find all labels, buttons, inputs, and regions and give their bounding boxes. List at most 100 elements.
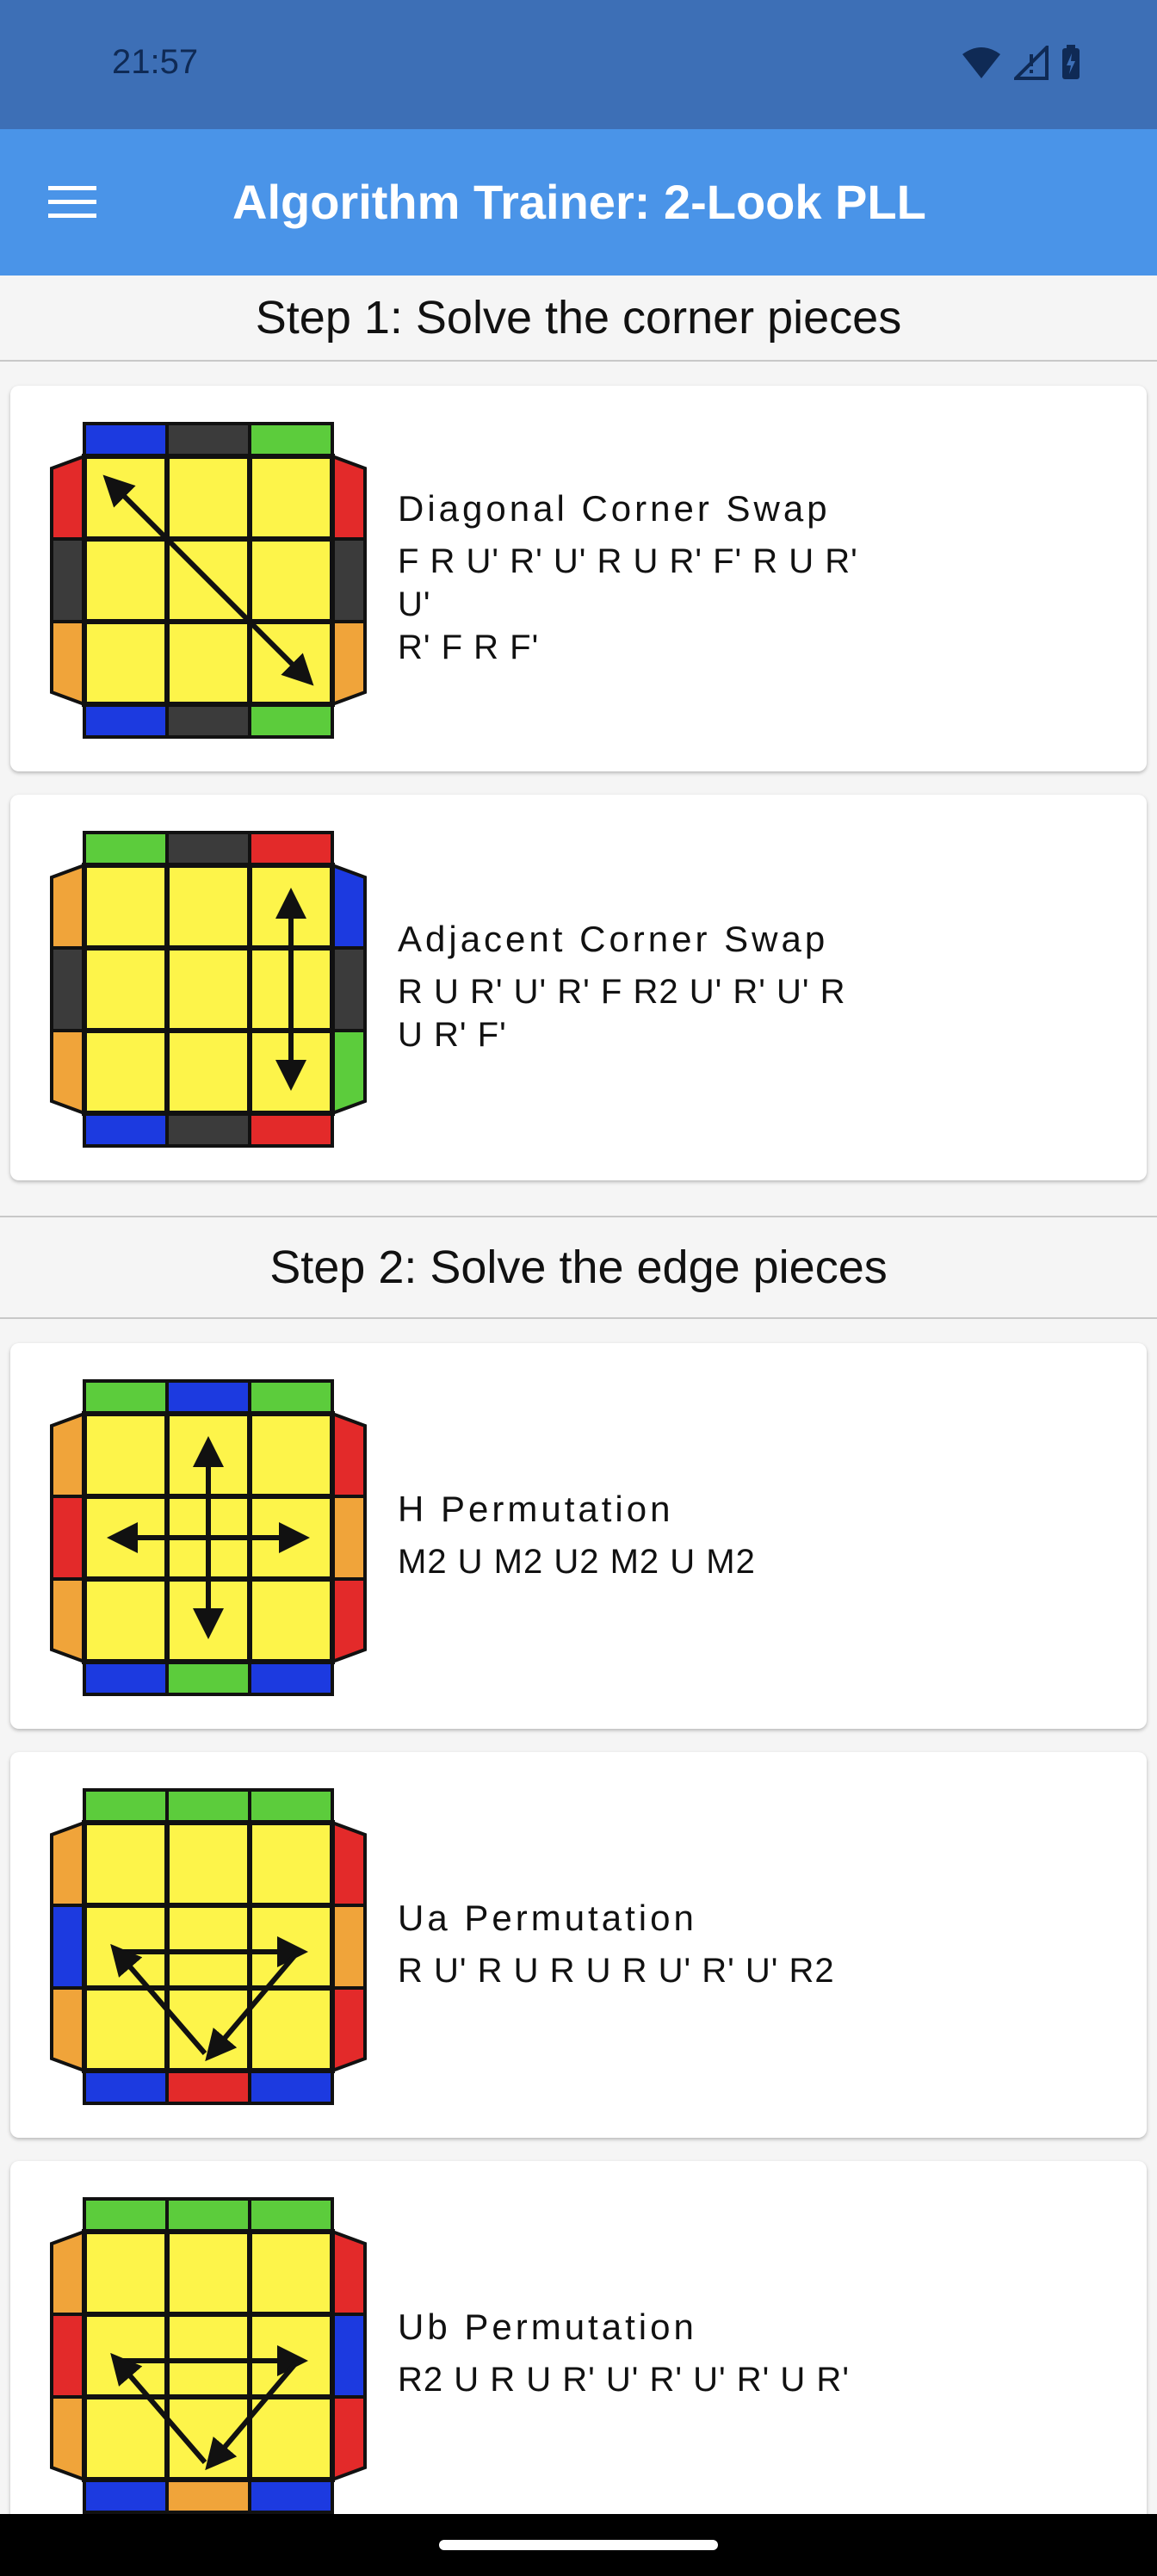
face-sticker xyxy=(82,1985,170,2073)
right-side-sticker xyxy=(331,946,367,1032)
algorithm-name: Ua Permutation xyxy=(398,1898,697,1938)
right-side-sticker xyxy=(331,1411,367,1498)
algorithm-moves-line1: F R U' R' U' R U R' F' R U R' U' xyxy=(398,542,858,623)
face-sticker xyxy=(247,2312,335,2400)
bottom-side-sticker xyxy=(248,1660,334,1696)
face-sticker xyxy=(164,454,252,542)
face-sticker xyxy=(164,1903,252,1991)
top-side-sticker xyxy=(165,422,251,458)
face-sticker xyxy=(164,2394,252,2482)
face-sticker xyxy=(82,1903,170,1991)
algorithm-name: H Permutation xyxy=(398,1489,674,1529)
bottom-side-sticker xyxy=(83,1112,169,1148)
right-side-sticker xyxy=(331,2395,367,2482)
bottom-side-sticker xyxy=(165,1660,251,1696)
algorithm-moves: R U' R U R U R U' R' U' R2 xyxy=(398,1949,880,1992)
algorithm-card[interactable]: Adjacent Corner Swap R U R' U' R' F R2 U… xyxy=(10,795,1147,1180)
right-side-sticker xyxy=(331,1029,367,1116)
right-side-sticker xyxy=(331,1577,367,1664)
bottom-side-sticker xyxy=(248,703,334,739)
top-side-sticker xyxy=(248,2197,334,2233)
algorithm-name: Adjacent Corner Swap xyxy=(398,919,829,959)
face-sticker xyxy=(247,1411,335,1499)
top-side-sticker xyxy=(83,2197,169,2233)
top-side-sticker xyxy=(83,831,169,867)
algorithm-name: Ub Permutation xyxy=(398,2307,697,2347)
bottom-side-sticker xyxy=(165,2478,251,2514)
face-sticker xyxy=(164,1820,252,1908)
status-bar: 21:57 xyxy=(0,0,1157,129)
top-side-sticker xyxy=(165,831,251,867)
face-sticker xyxy=(82,945,170,1033)
algorithm-moves-line1: R U R' U' R' F R2 U' R' U' R U R' F' xyxy=(398,973,846,1054)
algorithm-card[interactable]: H Permutation M2 U M2 U2 M2 U M2 xyxy=(10,1343,1147,1729)
face-sticker xyxy=(82,1028,170,1116)
left-side-sticker xyxy=(50,1029,86,1116)
algorithm-moves-line2: R' F R F' xyxy=(398,629,540,666)
bottom-side-sticker xyxy=(248,1112,334,1148)
face-sticker xyxy=(82,2312,170,2400)
app-bar: Algorithm Trainer: 2-Look PLL xyxy=(0,129,1157,276)
top-side-sticker xyxy=(83,1379,169,1415)
face-sticker xyxy=(82,1576,170,1664)
face-sticker xyxy=(247,454,335,542)
right-side-sticker xyxy=(331,2229,367,2316)
algorithm-moves-line1: R U' R U R U R U' R' U' R2 xyxy=(398,1952,835,1990)
top-side-sticker xyxy=(248,831,334,867)
face-sticker xyxy=(247,2229,335,2317)
left-side-sticker xyxy=(50,946,86,1032)
top-side-sticker xyxy=(165,1379,251,1415)
status-time: 21:57 xyxy=(112,43,199,81)
bottom-side-sticker xyxy=(83,2478,169,2514)
top-side-sticker xyxy=(83,422,169,458)
system-nav-bar xyxy=(0,2514,1157,2576)
bottom-side-sticker xyxy=(83,703,169,739)
right-side-sticker xyxy=(331,1904,367,1990)
left-side-sticker xyxy=(50,1411,86,1498)
left-side-sticker xyxy=(50,1495,86,1581)
left-side-sticker xyxy=(50,1986,86,2073)
top-side-sticker xyxy=(165,2197,251,2233)
right-side-sticker xyxy=(331,2313,367,2399)
face-sticker xyxy=(82,1411,170,1499)
left-side-sticker xyxy=(50,2395,86,2482)
face-sticker xyxy=(164,2229,252,2317)
face-sticker xyxy=(82,2394,170,2482)
face-sticker xyxy=(247,2394,335,2482)
algorithm-card[interactable]: Diagonal Corner Swap F R U' R' U' R U R'… xyxy=(10,386,1147,771)
signal-icon xyxy=(1014,46,1049,80)
face-sticker xyxy=(164,1028,252,1116)
algorithm-card[interactable]: Ua Permutation R U' R U R U R U' R' U' R… xyxy=(10,1752,1147,2138)
bottom-side-sticker xyxy=(165,703,251,739)
top-side-sticker xyxy=(165,1788,251,1824)
cube-diagram xyxy=(50,1379,367,1696)
left-side-sticker xyxy=(50,1577,86,1664)
face-sticker xyxy=(247,1903,335,1991)
right-side-sticker xyxy=(331,1820,367,1907)
section-header-edges: Step 2: Solve the edge pieces xyxy=(0,1216,1157,1319)
face-sticker xyxy=(164,1985,252,2073)
top-side-sticker xyxy=(248,1788,334,1824)
face-sticker xyxy=(247,536,335,624)
face-sticker xyxy=(164,2312,252,2400)
right-side-sticker xyxy=(331,1495,367,1581)
face-sticker xyxy=(82,536,170,624)
battery-icon xyxy=(1062,45,1080,79)
menu-icon[interactable] xyxy=(46,183,98,222)
algorithm-card[interactable]: Ub Permutation R2 U R U R' U' R' U' R' U… xyxy=(10,2161,1147,2547)
face-sticker xyxy=(82,1820,170,1908)
cube-diagram xyxy=(50,422,367,739)
algorithm-moves: F R U' R' U' R U R' F' R U R' U' R' F R … xyxy=(398,540,880,669)
left-side-sticker xyxy=(50,1820,86,1907)
face-sticker xyxy=(164,945,252,1033)
algorithm-moves-line1: M2 U M2 U2 M2 U M2 xyxy=(398,1543,756,1581)
face-sticker xyxy=(247,1576,335,1664)
home-gesture-handle[interactable] xyxy=(439,2540,718,2550)
section-header-corners: Step 1: Solve the corner pieces xyxy=(0,276,1157,362)
top-side-sticker xyxy=(248,422,334,458)
face-sticker xyxy=(164,619,252,707)
app-title: Algorithm Trainer: 2-Look PLL xyxy=(232,175,926,229)
left-side-sticker xyxy=(50,863,86,950)
left-side-sticker xyxy=(50,537,86,623)
face-sticker xyxy=(247,1985,335,2073)
